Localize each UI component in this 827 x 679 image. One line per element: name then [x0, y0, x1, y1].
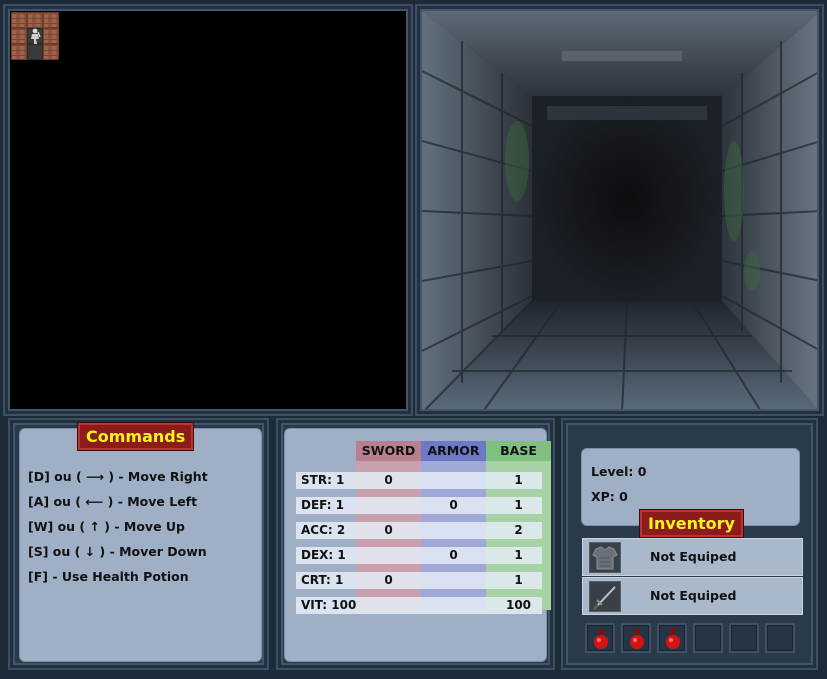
stat-base-value: 1 — [514, 473, 523, 487]
health-potion-icon — [666, 629, 680, 649]
stat-sword-value: 0 — [384, 523, 393, 537]
wall-tile — [11, 12, 27, 28]
command-move-down: [S] ou ( ↓ ) - Mover Down — [28, 544, 207, 559]
stat-name: VIT: 100 — [301, 598, 357, 612]
wall-tile — [43, 28, 59, 44]
stat-base-value: 100 — [505, 598, 532, 612]
stats-frame: SWORD ARMOR BASE STR: 1 0 1 DEF: 1 0 1 A… — [276, 418, 555, 670]
stat-base-value: 1 — [514, 548, 523, 562]
dungeon-corridor-view — [422, 11, 817, 409]
xp-text: XP: 0 — [591, 489, 628, 504]
sword-column-header: SWORD — [356, 441, 421, 461]
commands-panel: [D] ou ( ⟶ ) - Move Right [A] ou ( ⟵ ) -… — [19, 428, 262, 662]
stat-name: CRT: 1 — [301, 573, 344, 587]
inventory-slot-empty[interactable] — [765, 623, 795, 653]
inventory-slot-empty[interactable] — [693, 623, 723, 653]
stat-row-acc: ACC: 2 0 2 — [296, 522, 542, 539]
stat-row-crt: CRT: 1 0 1 — [296, 572, 542, 589]
armor-slot[interactable]: Not Equiped — [582, 538, 803, 576]
minimap-canvas — [10, 11, 406, 409]
command-move-right: [D] ou ( ⟶ ) - Move Right — [28, 469, 208, 484]
armor-slot-label: Not Equiped — [650, 549, 737, 564]
command-move-left: [A] ou ( ⟵ ) - Move Left — [28, 494, 198, 509]
wall-tile — [11, 44, 27, 60]
health-potion-icon — [630, 629, 644, 649]
commands-title: Commands — [78, 423, 194, 450]
stat-row-str: STR: 1 0 1 — [296, 472, 542, 489]
sword-icon — [589, 581, 621, 612]
hero-icon — [28, 28, 42, 45]
stat-base-value: 1 — [514, 498, 523, 512]
inventory-title: Inventory — [640, 510, 743, 537]
inventory-slot-potion[interactable] — [585, 623, 615, 653]
armor-icon — [589, 542, 621, 573]
base-column-header: BASE — [486, 441, 551, 461]
floor-tile — [27, 44, 43, 60]
stat-name: DEX: 1 — [301, 548, 346, 562]
inventory-slot-empty[interactable] — [729, 623, 759, 653]
wall-tile — [27, 12, 43, 28]
stat-row-dex: DEX: 1 0 1 — [296, 547, 542, 564]
stat-sword-value: 0 — [384, 573, 393, 587]
armor-column-header: ARMOR — [421, 441, 486, 461]
health-potion-icon — [594, 629, 608, 649]
stat-row-vit: VIT: 100 100 — [296, 597, 542, 614]
stat-base-value: 1 — [514, 573, 523, 587]
weapon-slot[interactable]: Not Equiped — [582, 577, 803, 615]
stat-name: DEF: 1 — [301, 498, 345, 512]
stat-armor-value: 0 — [449, 548, 458, 562]
minimap-panel — [3, 4, 413, 416]
inventory-slot-potion[interactable] — [621, 623, 651, 653]
stat-base-value: 2 — [514, 523, 523, 537]
level-text: Level: 0 — [591, 464, 647, 479]
weapon-slot-label: Not Equiped — [650, 588, 737, 603]
stat-name: STR: 1 — [301, 473, 345, 487]
command-move-up: [W] ou ( ↑ ) - Move Up — [28, 519, 186, 534]
wall-tile — [43, 44, 59, 60]
command-use-potion: [F] - Use Health Potion — [28, 569, 189, 584]
commands-frame: [D] ou ( ⟶ ) - Move Right [A] ou ( ⟵ ) -… — [8, 418, 269, 670]
inventory-slot-potion[interactable] — [657, 623, 687, 653]
dungeon-view-panel — [415, 4, 824, 416]
stat-row-def: DEF: 1 0 1 — [296, 497, 542, 514]
wall-tile — [43, 12, 59, 28]
wall-tile — [11, 28, 27, 44]
stat-armor-value: 0 — [449, 498, 458, 512]
stat-sword-value: 0 — [384, 473, 393, 487]
stats-panel: SWORD ARMOR BASE STR: 1 0 1 DEF: 1 0 1 A… — [284, 428, 551, 662]
stat-name: ACC: 2 — [301, 523, 346, 537]
